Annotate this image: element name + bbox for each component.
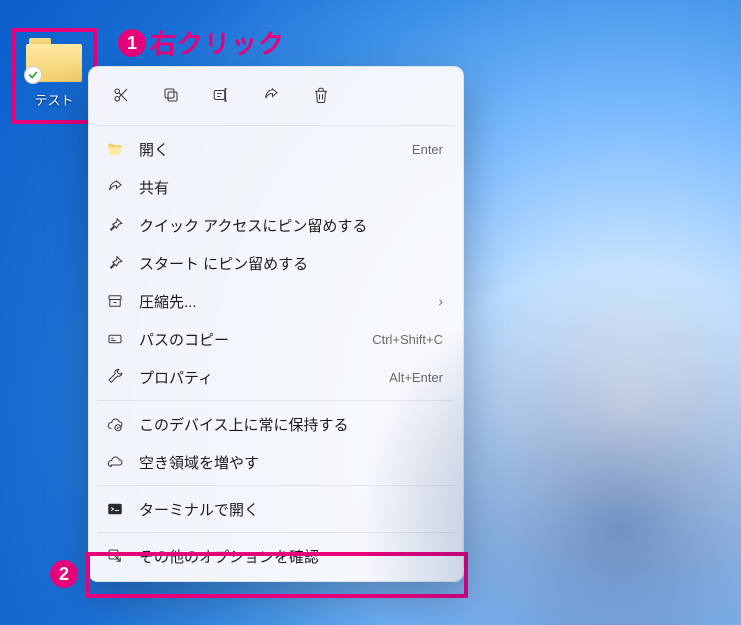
- archive-icon: [105, 291, 125, 311]
- terminal-icon: [105, 499, 125, 519]
- annotation-1-badge: 1: [118, 29, 146, 57]
- copy-button[interactable]: [151, 77, 191, 113]
- menu-item-share[interactable]: 共有: [95, 168, 457, 206]
- menu-item-label: 開く: [139, 139, 398, 160]
- folder-label: テスト: [34, 90, 73, 109]
- menu-item-pin-start[interactable]: スタート にピン留めする: [95, 244, 457, 282]
- menu-item-label: ターミナルで開く: [139, 499, 443, 520]
- menu-item-label: 共有: [139, 177, 443, 198]
- sync-check-badge-icon: [24, 66, 42, 84]
- menu-item-pin-quick-access[interactable]: クイック アクセスにピン留めする: [95, 206, 457, 244]
- menu-item-label: 空き領域を増やす: [139, 452, 443, 473]
- menu-item-more-options[interactable]: その他のオプションを確認: [95, 537, 457, 575]
- context-menu: 開く Enter 共有 クイック アクセスにピン留めする スタート にピン留めす…: [88, 66, 464, 582]
- folder-icon[interactable]: [26, 38, 82, 82]
- delete-button[interactable]: [301, 77, 341, 113]
- menu-item-keep-on-device[interactable]: このデバイス上に常に保持する: [95, 405, 457, 443]
- context-menu-toolbar: [95, 73, 457, 121]
- pin-icon: [105, 253, 125, 273]
- scissors-icon: [111, 85, 131, 105]
- trash-icon: [311, 85, 331, 105]
- menu-item-label: 圧縮先...: [139, 291, 424, 312]
- annotation-1-highlight-box: テスト: [11, 28, 97, 124]
- menu-separator: [97, 532, 455, 533]
- wrench-icon: [105, 367, 125, 387]
- annotation-1-text: 右クリック: [150, 24, 285, 61]
- open-folder-icon: [105, 139, 125, 159]
- menu-item-shortcut: Ctrl+Shift+C: [372, 332, 443, 347]
- copy-path-icon: [105, 329, 125, 349]
- menu-item-open[interactable]: 開く Enter: [95, 130, 457, 168]
- cloud-keep-icon: [105, 414, 125, 434]
- cut-button[interactable]: [101, 77, 141, 113]
- share-arrow-icon: [261, 85, 281, 105]
- share-icon: [105, 177, 125, 197]
- menu-item-free-space[interactable]: 空き領域を増やす: [95, 443, 457, 481]
- desktop-background[interactable]: テスト 1 右クリック: [0, 0, 741, 625]
- menu-item-open-terminal[interactable]: ターミナルで開く: [95, 490, 457, 528]
- menu-separator: [97, 485, 455, 486]
- menu-item-shortcut: Enter: [412, 142, 443, 157]
- share-button[interactable]: [251, 77, 291, 113]
- cloud-icon: [105, 452, 125, 472]
- annotation-1: 1 右クリック: [118, 24, 285, 61]
- menu-separator: [97, 125, 455, 126]
- menu-item-label: クイック アクセスにピン留めする: [139, 215, 443, 236]
- menu-item-label: パスのコピー: [139, 329, 358, 350]
- menu-item-compress[interactable]: 圧縮先... ›: [95, 282, 457, 320]
- pin-icon: [105, 215, 125, 235]
- menu-separator: [97, 400, 455, 401]
- menu-item-label: このデバイス上に常に保持する: [139, 414, 443, 435]
- rename-button[interactable]: [201, 77, 241, 113]
- more-options-icon: [105, 546, 125, 566]
- menu-item-copy-path[interactable]: パスのコピー Ctrl+Shift+C: [95, 320, 457, 358]
- copy-icon: [161, 85, 181, 105]
- menu-item-properties[interactable]: プロパティ Alt+Enter: [95, 358, 457, 396]
- rename-icon: [211, 85, 231, 105]
- menu-item-label: スタート にピン留めする: [139, 253, 443, 274]
- annotation-2-badge: 2: [50, 560, 78, 588]
- menu-item-label: その他のオプションを確認: [139, 546, 443, 567]
- menu-item-label: プロパティ: [139, 367, 375, 388]
- chevron-right-icon: ›: [438, 293, 443, 309]
- menu-item-shortcut: Alt+Enter: [389, 370, 443, 385]
